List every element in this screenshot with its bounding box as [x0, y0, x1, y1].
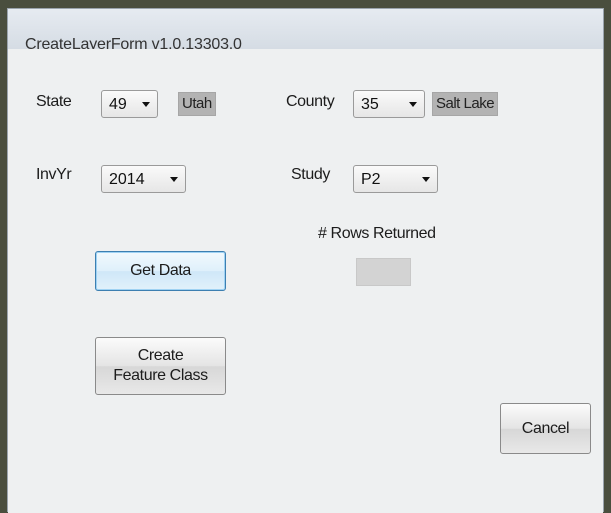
invyr-dropdown[interactable]: 2014 [101, 165, 186, 193]
study-dropdown[interactable]: P2 [353, 165, 438, 193]
county-label: County [286, 93, 335, 110]
invyr-label: InvYr [36, 166, 72, 183]
county-name: Salt Lake [432, 92, 499, 116]
get-data-button[interactable]: Get Data [95, 251, 226, 291]
state-dropdown[interactable]: 49 [101, 90, 158, 118]
study-value: P2 [361, 171, 381, 188]
form-body: State 49 Utah County 35 Salt Lake InvYr … [8, 49, 603, 513]
cancel-label: Cancel [521, 419, 570, 437]
study-label: Study [291, 166, 330, 183]
create-label-line2: Feature Class [113, 367, 208, 384]
create-label-line1: Create [137, 347, 184, 364]
cancel-button[interactable]: Cancel [500, 403, 591, 454]
rows-returned-label: # Rows Returned [318, 225, 436, 242]
county-value: 35 [361, 96, 379, 113]
chevron-down-icon [422, 177, 430, 182]
county-dropdown[interactable]: 35 [353, 90, 425, 118]
state-label: State [36, 93, 72, 110]
create-feature-class-button[interactable]: Create Feature Class [95, 337, 226, 395]
create-layer-window: CreateLayerForm v1.0.13303.0 State 49 Ut… [7, 8, 604, 513]
state-name: Utah [178, 92, 216, 116]
title-bar: CreateLayerForm v1.0.13303.0 [8, 9, 603, 53]
chevron-down-icon [409, 102, 417, 107]
rows-returned-value [356, 258, 411, 286]
invyr-value: 2014 [109, 171, 145, 188]
chevron-down-icon [142, 102, 150, 107]
state-value: 49 [109, 96, 127, 113]
chevron-down-icon [170, 177, 178, 182]
get-data-label: Get Data [130, 262, 191, 279]
